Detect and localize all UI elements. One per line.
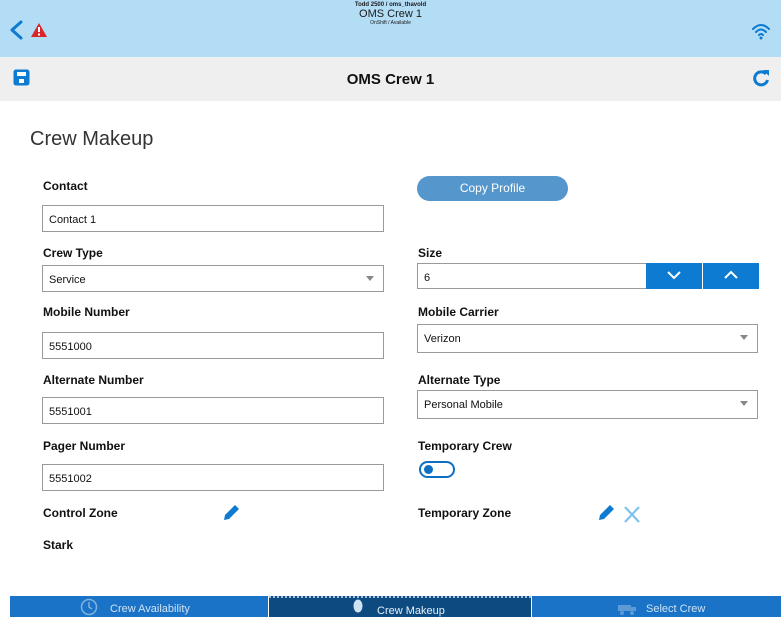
contact-label: Contact [43,179,88,193]
temporary-crew-label: Temporary Crew [418,439,512,453]
alternate-number-field[interactable]: 5551001 [42,397,384,424]
bottom-tab-bar: Crew Availability Crew Makeup Select Cre… [10,596,781,617]
alternate-type-select[interactable]: Personal Mobile [417,390,758,419]
mobile-number-field[interactable]: 5551000 [42,332,384,359]
tab-select-crew-label: Select Crew [646,603,706,615]
size-field[interactable]: 6 [417,263,648,289]
status-bar: Todd 2500 / oms_thavold OMS Crew 1 OnShi… [0,0,781,57]
mobile-carrier-value: Verizon [424,333,461,345]
size-increment-button[interactable] [703,263,759,289]
mobile-carrier-select[interactable]: Verizon [417,324,758,353]
pager-number-field[interactable]: 5551002 [42,464,384,491]
size-decrement-button[interactable] [646,263,702,289]
pager-number-label: Pager Number [43,439,126,453]
tab-select-crew[interactable]: Select Crew [532,596,781,617]
tab-crew-availability-label: Crew Availability [110,603,190,615]
alternate-number-label: Alternate Number [43,373,144,387]
tab-crew-availability[interactable]: Crew Availability [10,596,268,617]
crew-type-value: Service [49,274,86,286]
person-icon [353,599,363,613]
contact-field[interactable]: Contact 1 [42,205,384,232]
close-icon[interactable] [622,505,642,524]
refresh-icon[interactable] [752,69,770,87]
toggle-knob [424,465,433,474]
crew-name: OMS Crew 1 [359,8,422,20]
temporary-crew-toggle[interactable] [419,461,455,478]
crew-type-label: Crew Type [43,246,103,260]
copy-profile-button[interactable]: Copy Profile [417,176,568,201]
tab-crew-makeup-label: Crew Makeup [377,605,445,617]
toolbar: OMS Crew 1 [0,57,781,101]
alternate-type-label: Alternate Type [418,373,501,387]
chevron-up-icon [724,270,738,279]
temporary-zone-label: Temporary Zone [418,506,512,520]
mobile-number-label: Mobile Number [43,305,130,319]
chevron-down-icon [366,276,374,281]
mobile-carrier-label: Mobile Carrier [418,305,499,319]
pencil-icon[interactable] [222,504,241,522]
page-title: OMS Crew 1 [346,71,435,88]
control-zone-label: Control Zone [43,506,118,520]
clock-icon [80,598,98,616]
tab-crew-makeup[interactable]: Crew Makeup [269,596,531,617]
section-title: Crew Makeup [30,128,154,150]
session-info: Todd 2500 / oms_thavold OMS Crew 1 OnShi… [0,2,781,26]
crew-type-select[interactable]: Service [42,265,384,292]
crew-status: OnShift / Available [370,20,411,26]
alternate-type-value: Personal Mobile [424,399,503,411]
size-label: Size [418,246,443,260]
wifi-icon [752,24,770,40]
control-zone-value: Stark [43,538,74,552]
chevron-down-icon [740,401,748,406]
pencil-icon[interactable] [597,504,616,522]
chevron-down-icon [740,335,748,340]
truck-icon [618,605,636,615]
chevron-down-icon [667,271,681,280]
